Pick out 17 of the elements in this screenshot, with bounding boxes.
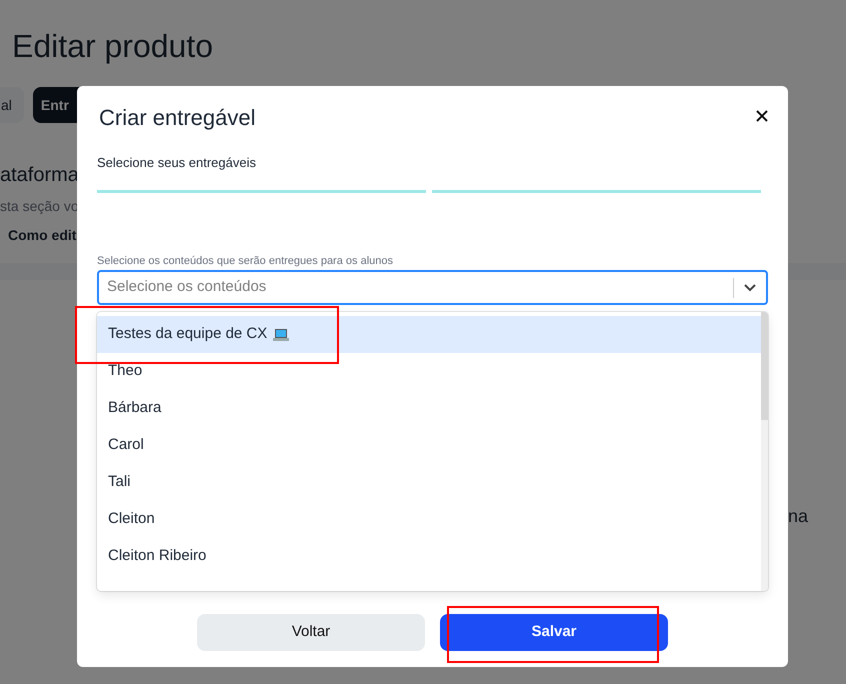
select-input[interactable]: Selecione os conteúdos	[99, 276, 733, 299]
laptop-icon	[273, 328, 290, 342]
chevron-down-icon[interactable]	[743, 282, 757, 292]
section-title: ataforma	[0, 163, 79, 188]
tab[interactable]: al	[0, 87, 24, 123]
dropdown-option[interactable]: Testes da equipe de CX	[97, 316, 761, 353]
close-icon[interactable]	[754, 108, 770, 124]
dialog-title: Criar entregável	[99, 104, 256, 132]
back-button[interactable]: Voltar	[197, 614, 425, 651]
help-link[interactable]: Como edit	[8, 225, 76, 246]
save-button[interactable]: Salvar	[440, 614, 668, 651]
scrollbar[interactable]	[761, 312, 768, 591]
section-label: Selecione seus entregáveis	[97, 154, 257, 172]
body-text: na	[788, 505, 808, 528]
select-field[interactable]: Selecione os conteúdos	[97, 270, 768, 305]
page-title: Editar produto	[12, 27, 214, 66]
field-label: Selecione os conteúdos que serão entregues para os alunos	[97, 254, 394, 268]
